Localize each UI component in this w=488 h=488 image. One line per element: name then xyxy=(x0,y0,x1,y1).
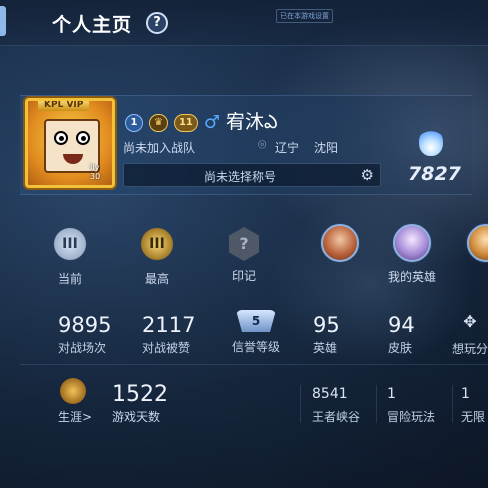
mode-label: 冒险玩法 xyxy=(387,410,436,424)
avatar-eye-icon xyxy=(54,131,68,145)
avatar[interactable]: KPL VIP Ily 30 xyxy=(25,98,115,188)
stat-skins[interactable]: 94 皮肤 xyxy=(388,314,415,356)
best-rank-icon: III xyxy=(137,224,177,264)
career-emblem-icon xyxy=(60,378,86,404)
my-heroes-label: 我的英雄 xyxy=(387,270,436,284)
divider xyxy=(20,364,488,365)
mode-label: 王者峡谷 xyxy=(312,410,361,424)
location-city: 沈阳 xyxy=(314,141,339,155)
stat-label: 信誉等级 xyxy=(231,340,280,354)
hero-portrait-icon xyxy=(321,224,359,262)
team-status[interactable]: 尚未加入战队 xyxy=(123,139,195,156)
stat-label: 皮肤 xyxy=(388,341,413,355)
location-province: 辽宁 xyxy=(275,141,300,155)
visibility-note[interactable]: 已在本游戏设置 xyxy=(276,9,333,23)
days-label: 游戏天数 xyxy=(112,410,161,424)
avatar-eye-icon xyxy=(76,131,90,145)
title-selector[interactable]: 尚未选择称号 ⚙ xyxy=(123,163,381,187)
stat-label: 想玩分 xyxy=(452,342,488,356)
stat-label: 对战场次 xyxy=(58,341,107,355)
avatar-mouth-icon xyxy=(63,154,83,164)
current-rank[interactable]: III 当前 xyxy=(40,224,100,287)
mark-icon: ? xyxy=(229,227,259,261)
best-rank[interactable]: III 最高 xyxy=(127,224,187,287)
stat-label: 英雄 xyxy=(313,341,338,355)
gear-icon[interactable]: ⚙ xyxy=(361,166,374,184)
hero-portrait-icon xyxy=(467,224,488,262)
badge-row: 1 ♛ 11 ♂ 宥沐ఎ xyxy=(125,107,278,138)
combat-power: 7827 xyxy=(408,163,461,185)
stat-value: 95 xyxy=(313,313,340,337)
best-rank-label: 最高 xyxy=(144,272,169,286)
back-button[interactable] xyxy=(0,6,6,36)
stat-value: 9895 xyxy=(58,313,112,337)
current-rank-label: 当前 xyxy=(57,272,82,286)
title-placeholder: 尚未选择称号 xyxy=(203,170,276,184)
days-value: 1522 xyxy=(112,382,168,407)
hero-portrait-icon xyxy=(393,224,431,262)
divider xyxy=(300,385,301,423)
mode-value: 1 xyxy=(387,386,396,402)
vip-badge: KPL VIP xyxy=(38,101,90,111)
divider xyxy=(452,385,453,423)
hero-slot-1[interactable] xyxy=(310,224,370,262)
mark[interactable]: ? 印记 xyxy=(214,224,274,284)
mode-wangzhe[interactable]: 8541 王者峡谷 xyxy=(312,386,360,425)
mode-value: 1 xyxy=(461,386,470,402)
credit-shield-icon: 5 xyxy=(236,310,276,332)
hero-slot-3[interactable] xyxy=(456,224,488,262)
location-pin-icon: ⌾ xyxy=(258,137,267,153)
help-icon[interactable]: ? xyxy=(146,12,168,34)
fun-icon: ✥ xyxy=(463,312,477,331)
stat-fun[interactable]: ✥ 想玩分 xyxy=(452,312,488,357)
my-heroes[interactable]: 我的英雄 xyxy=(382,224,442,285)
rank-badge-icon[interactable]: 11 xyxy=(173,113,198,132)
mark-label: 印记 xyxy=(231,269,256,283)
stat-matches[interactable]: 9895 对战场次 xyxy=(58,314,111,356)
stat-likes[interactable]: 2117 对战被赞 xyxy=(142,314,195,356)
divider xyxy=(376,385,377,423)
stat-value: 94 xyxy=(388,313,415,337)
current-rank-icon: III xyxy=(50,224,90,264)
stat-heroes[interactable]: 95 英雄 xyxy=(313,314,340,356)
mode-adventure[interactable]: 1 冒险玩法 xyxy=(387,386,435,425)
mode-label: 无限 xyxy=(461,410,486,424)
avatar-caption: Ily 30 xyxy=(90,163,101,181)
level-badge-icon[interactable]: 1 xyxy=(125,113,143,132)
noble-badge-icon[interactable]: ♛ xyxy=(149,113,168,132)
stat-value: 2117 xyxy=(142,313,196,337)
career-link[interactable]: 生涯> xyxy=(58,408,92,425)
mode-value: 8541 xyxy=(312,386,348,402)
male-icon: ♂ xyxy=(203,112,221,133)
page-title: 个人主页 xyxy=(52,14,133,36)
top-bar: 个人主页 ? 已在本游戏设置 xyxy=(0,0,488,46)
stat-credit[interactable]: 5 信誉等级 xyxy=(229,310,283,355)
flame-icon xyxy=(419,128,443,156)
player-name: 宥沐ఎ xyxy=(226,111,278,133)
mode-unlimited[interactable]: 1 无限 xyxy=(461,386,488,425)
stat-label: 对战被赞 xyxy=(142,341,191,355)
